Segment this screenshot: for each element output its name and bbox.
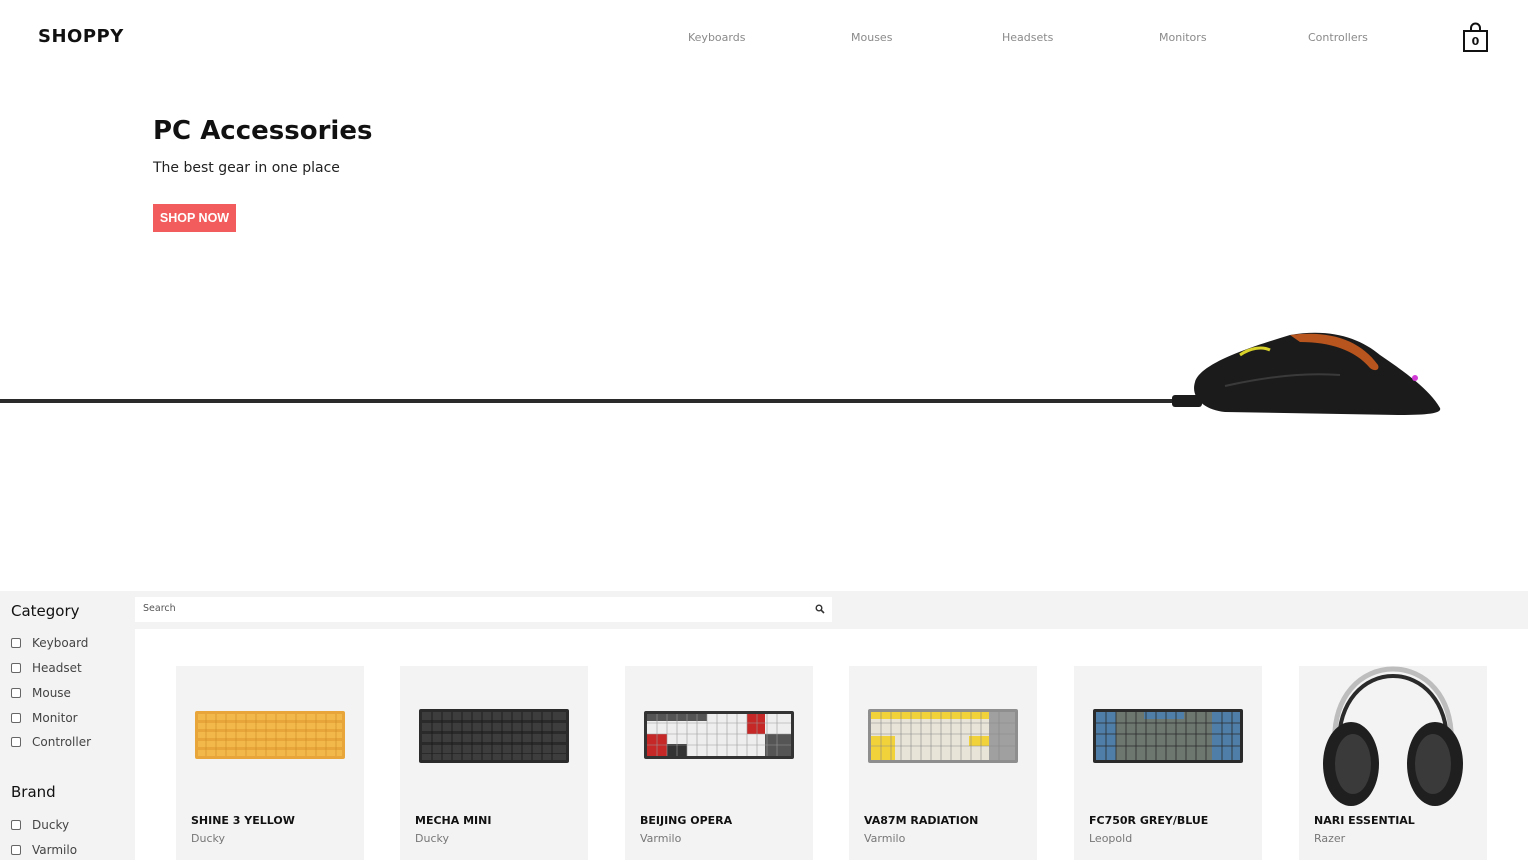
nav-mouses[interactable]: Mouses xyxy=(851,31,892,44)
filter-label: Monitor xyxy=(32,711,78,725)
shop-section: Category Keyboard Headset Mouse Monitor … xyxy=(0,591,1528,860)
product-brand: Ducky xyxy=(415,832,449,845)
product-image xyxy=(1093,709,1243,763)
filter-ducky[interactable]: Ducky xyxy=(11,818,69,832)
product-image xyxy=(419,709,569,763)
search-icon[interactable] xyxy=(815,604,825,614)
checkbox[interactable] xyxy=(11,845,21,855)
product-name: SHINE 3 YELLOW xyxy=(191,814,295,827)
filter-mouse[interactable]: Mouse xyxy=(11,686,71,700)
product-brand: Ducky xyxy=(191,832,225,845)
product-image xyxy=(644,711,794,759)
checkbox[interactable] xyxy=(11,688,21,698)
checkbox[interactable] xyxy=(11,713,21,723)
category-title: Category xyxy=(11,602,80,620)
filter-sidebar: Category Keyboard Headset Mouse Monitor … xyxy=(0,591,135,860)
nav-keyboards[interactable]: Keyboards xyxy=(688,31,745,44)
filter-label: Mouse xyxy=(32,686,71,700)
shop-now-button[interactable]: SHOP NOW xyxy=(153,204,236,232)
hero-subtitle: The best gear in one place xyxy=(153,160,340,176)
product-card[interactable]: SHINE 3 YELLOW Ducky xyxy=(176,666,364,860)
brand-title: Brand xyxy=(11,783,56,801)
search-bar: Search xyxy=(135,591,1528,629)
product-brand: Razer xyxy=(1314,832,1346,845)
filter-label: Keyboard xyxy=(32,636,89,650)
product-image xyxy=(195,711,345,759)
product-card[interactable]: NARI ESSENTIAL Razer xyxy=(1299,666,1487,860)
product-brand: Varmilo xyxy=(640,832,682,845)
filter-label: Ducky xyxy=(32,818,70,832)
checkbox[interactable] xyxy=(11,820,21,830)
hero-mouse-image xyxy=(0,332,1441,415)
product-image xyxy=(868,709,1018,763)
product-card[interactable]: BEIJING OPERA Varmilo xyxy=(625,666,813,860)
header: SHOPPY Keyboards Mouses Headsets Monitor… xyxy=(0,0,1528,75)
product-image xyxy=(1323,666,1463,806)
checkbox[interactable] xyxy=(11,737,21,747)
filter-controller[interactable]: Controller xyxy=(11,735,91,749)
cart-count: 0 xyxy=(1471,35,1480,48)
product-name: NARI ESSENTIAL xyxy=(1314,814,1415,827)
filter-monitor[interactable]: Monitor xyxy=(11,711,78,725)
filter-headset[interactable]: Headset xyxy=(11,661,82,675)
search-placeholder: Search xyxy=(143,603,176,614)
main-nav: Keyboards Mouses Headsets Monitors Contr… xyxy=(0,31,1528,45)
filter-label: Controller xyxy=(32,735,92,749)
product-name: MECHA MINI xyxy=(415,814,492,827)
filter-label: Headset xyxy=(32,661,82,675)
nav-controllers[interactable]: Controllers xyxy=(1308,31,1368,44)
product-card[interactable]: MECHA MINI Ducky xyxy=(400,666,588,860)
nav-headsets[interactable]: Headsets xyxy=(1002,31,1053,44)
product-name: BEIJING OPERA xyxy=(640,814,733,827)
page: SHOPPY Keyboards Mouses Headsets Monitor… xyxy=(0,0,1528,860)
product-grid: SHINE 3 YELLOW Ducky MECHA MINI Ducky BE… xyxy=(135,629,1528,860)
filter-keyboard[interactable]: Keyboard xyxy=(11,636,88,650)
product-card[interactable]: FC750R GREY/BLUE Leopold xyxy=(1074,666,1262,860)
nav-monitors[interactable]: Monitors xyxy=(1159,31,1207,44)
hero-title: PC Accessories xyxy=(153,116,373,146)
product-name: FC750R GREY/BLUE xyxy=(1089,814,1209,827)
filter-label: Varmilo xyxy=(32,843,78,857)
cart-button[interactable]: 0 xyxy=(1462,22,1489,53)
product-brand: Leopold xyxy=(1089,832,1133,845)
checkbox[interactable] xyxy=(11,638,21,648)
product-name: VA87M RADIATION xyxy=(864,814,979,827)
search-input[interactable]: Search xyxy=(135,597,832,622)
product-card[interactable]: VA87M RADIATION Varmilo xyxy=(849,666,1037,860)
product-brand: Varmilo xyxy=(864,832,906,845)
checkbox[interactable] xyxy=(11,663,21,673)
filter-varmilo[interactable]: Varmilo xyxy=(11,843,77,857)
